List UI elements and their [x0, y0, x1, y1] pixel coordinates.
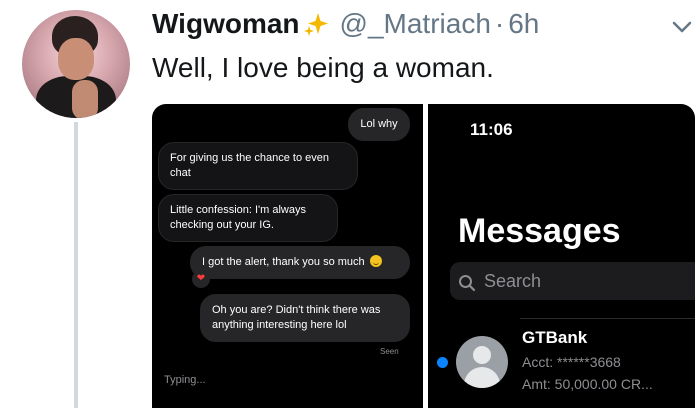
message-bubble: Oh you are? Didn't think there was anyth… — [200, 294, 410, 342]
contact-avatar — [456, 336, 508, 388]
message-bubble: Lol why — [348, 108, 410, 141]
message-bubble: For giving us the chance to even chat — [158, 142, 358, 190]
person-torso — [464, 367, 500, 388]
status-bar-time: 11:06 — [470, 120, 513, 139]
heart-reaction-icon: ❤ — [192, 270, 210, 288]
search-icon — [459, 275, 476, 292]
conversation-sender[interactable]: GTBank — [522, 328, 587, 348]
avatar-face — [58, 38, 94, 80]
user-handle[interactable]: @_Matriach — [340, 8, 491, 40]
message-bubble: Little confession: I'm always checking o… — [158, 194, 338, 242]
thread-line — [74, 122, 78, 408]
tweet-header: Wigwoman @_Matriach · 6h — [152, 4, 539, 44]
avatar-arm — [72, 80, 98, 118]
typing-indicator: Typing... — [164, 374, 206, 386]
sparkles-icon — [303, 13, 328, 36]
page-title: Messages — [458, 212, 621, 250]
chevron-down-icon[interactable] — [672, 20, 692, 34]
search-placeholder: Search — [484, 271, 542, 291]
conversation-preview-line2: Amt: 50,000.00 CR... — [522, 376, 653, 392]
conversation-preview-line1: Acct: ******3668 — [522, 354, 621, 370]
tweet-timestamp[interactable]: 6h — [508, 8, 539, 40]
display-name[interactable]: Wigwoman — [152, 8, 300, 40]
separator-dot: · — [494, 8, 505, 39]
messages-screenshot[interactable]: 11:06 Messages Search GTBank Acct: *****… — [428, 104, 695, 408]
seen-label: Seen — [380, 347, 399, 356]
profile-avatar[interactable] — [22, 10, 130, 118]
unread-indicator — [437, 357, 448, 368]
tweet-text: Well, I love being a woman. — [152, 52, 494, 83]
chat-screenshot[interactable]: Lol why For giving us the chance to even… — [152, 104, 423, 408]
message-bubble: I got the alert, thank you so much — [190, 246, 410, 279]
message-text: I got the alert, thank you so much — [202, 256, 365, 268]
list-divider — [520, 318, 695, 319]
smile-emoji-icon — [369, 255, 382, 267]
person-head — [473, 346, 491, 364]
